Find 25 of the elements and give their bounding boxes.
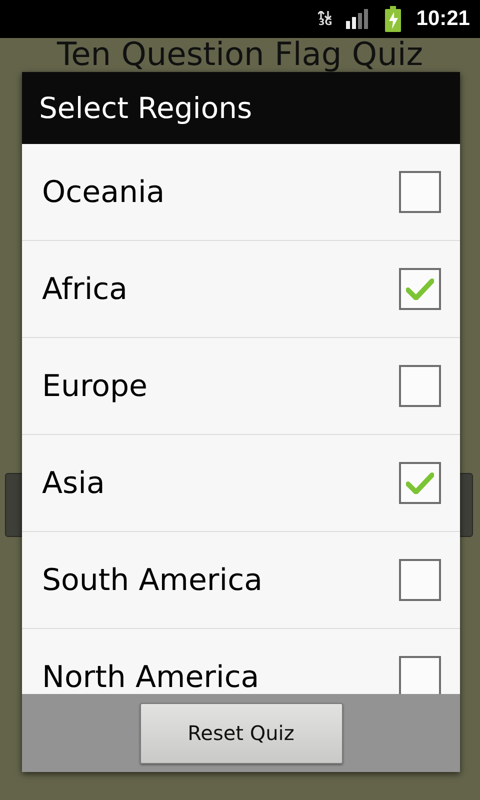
region-label: Oceania <box>42 174 165 210</box>
region-item[interactable]: Africa <box>22 241 460 338</box>
checkbox[interactable] <box>399 365 441 407</box>
clock-time: 10:21 <box>416 7 470 31</box>
region-label: North America <box>42 660 260 694</box>
region-item[interactable]: Asia <box>22 435 460 532</box>
checkbox[interactable] <box>399 171 441 213</box>
dialog-title: Select Regions <box>39 91 252 125</box>
reset-quiz-button[interactable]: Reset Quiz <box>140 702 342 764</box>
region-label: South America <box>42 562 262 598</box>
check-icon <box>406 278 434 300</box>
region-label: Africa <box>42 272 128 306</box>
battery-charging-icon <box>384 6 402 32</box>
checkbox[interactable] <box>399 268 441 310</box>
signal-icon <box>346 9 370 29</box>
checkbox[interactable] <box>399 559 441 601</box>
region-item[interactable]: Europe <box>22 338 460 435</box>
quiz-title: Ten Question Flag Quiz <box>56 38 424 70</box>
region-item[interactable]: South America <box>22 532 460 629</box>
checkbox[interactable] <box>399 462 441 504</box>
checkbox[interactable] <box>399 656 441 694</box>
region-label: Europe <box>42 368 148 404</box>
region-label: Asia <box>42 466 105 500</box>
check-icon <box>406 472 434 494</box>
region-item[interactable]: Oceania <box>22 144 460 241</box>
